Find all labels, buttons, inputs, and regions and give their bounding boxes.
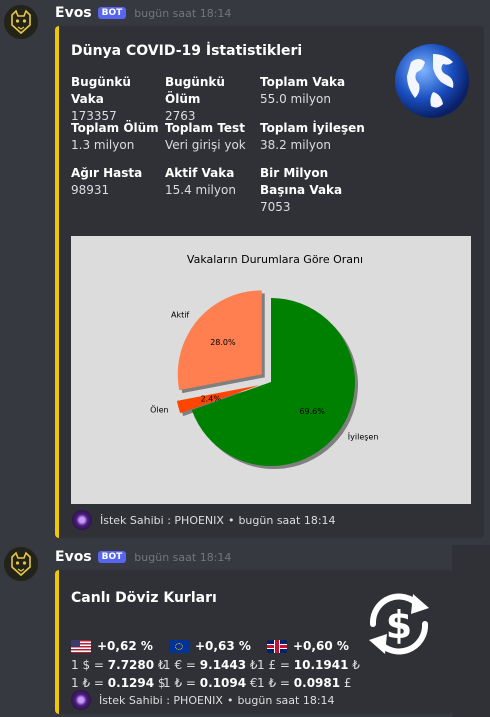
- eur-change: +0,63 %: [195, 639, 251, 653]
- eur-to-try: 1 € = 9.1443 ₺: [163, 658, 258, 672]
- field-name: Toplam Test: [165, 121, 245, 135]
- rate-value: 0.1094: [199, 676, 247, 690]
- field-active: Aktif Vaka 15.4 milyon: [165, 165, 257, 199]
- requester-avatar-icon: [72, 510, 92, 530]
- embed-footer: İstek Sahibi : PHOENIX • bugün saat 18:1…: [71, 690, 335, 710]
- message-timestamp: bugün saat 18:14: [134, 550, 232, 564]
- message-currency: Evos BOT bugün saat 18:14 Canlı Döviz Ku…: [0, 543, 490, 717]
- try-to-gbp: 1 ₺ = 0.0981 £: [257, 676, 352, 690]
- field-name: Ağır Hasta: [71, 166, 143, 180]
- svg-text:$: $: [386, 603, 412, 647]
- rate-value: 9.1443: [199, 658, 247, 672]
- rate-prefix: 1 ₺ =: [257, 676, 294, 690]
- field-name: Toplam Vaka: [260, 75, 346, 89]
- gbp-to-try: 1 £ = 10.1941 ₺: [257, 658, 360, 672]
- eu-flag-icon: [169, 639, 189, 653]
- field-todays-cases: Bugünkü Vaka 173357: [71, 74, 163, 125]
- footer-timestamp: bugün saat 18:14: [238, 513, 336, 527]
- embed-title: Canlı Döviz Kurları: [71, 590, 217, 606]
- field-todays-deaths: Bugünkü Ölüm 2763: [165, 74, 257, 125]
- message-timestamp: bugün saat 18:14: [134, 6, 232, 20]
- rate-unit: €: [246, 676, 258, 690]
- field-value: Veri girişi yok: [165, 138, 246, 152]
- field-name: Bugünkü Ölüm: [165, 75, 225, 106]
- rates-to-try-row: 1 $ = 7.7280 ₺ 1 € = 9.1443 ₺ 1 £ = 10.1…: [71, 656, 365, 674]
- bot-avatar[interactable]: [4, 547, 38, 581]
- author-name[interactable]: Evos: [55, 5, 92, 21]
- chart-title: Vakaların Durumlara Göre Oranı: [187, 253, 363, 266]
- rate-prefix: 1 ₺ =: [163, 676, 200, 690]
- rate-value: 0.0981: [293, 676, 341, 690]
- pie-label-deaths: Ölen: [150, 405, 169, 415]
- field-critical: Ağır Hasta 98931: [71, 165, 163, 199]
- footer-separator: •: [226, 693, 234, 707]
- bot-tag: BOT: [97, 551, 127, 563]
- pie-pct-active: 28.0%: [210, 338, 236, 347]
- currency-exchange-icon: $: [359, 584, 439, 664]
- footer-text: İstek Sahibi : PHOENIX: [99, 693, 223, 707]
- rate-unit: ₺: [246, 658, 258, 672]
- footer-text: İstek Sahibi : PHOENIX: [100, 513, 224, 527]
- globe-icon: [393, 42, 471, 120]
- message-header: Evos BOT bugün saat 18:14: [55, 5, 231, 21]
- covid-embed: Dünya COVID-19 İstatistikleri Bugünkü Va…: [55, 26, 484, 538]
- field-value: 7053: [260, 200, 291, 214]
- field-total-deaths: Toplam Ölüm 1.3 milyon: [71, 120, 163, 154]
- field-name: Toplam İyileşen: [260, 121, 365, 135]
- field-total-cases: Toplam Vaka 55.0 milyon: [260, 74, 380, 108]
- uk-flag-icon: [267, 639, 287, 653]
- try-to-eur: 1 ₺ = 0.1094 €: [163, 676, 258, 690]
- rate-value: 10.1941: [293, 658, 349, 672]
- footer-separator: •: [227, 513, 235, 527]
- embed-title: Dünya COVID-19 İstatistikleri: [71, 43, 303, 59]
- field-value: 98931: [71, 183, 110, 197]
- usd-change: +0,62 %: [97, 639, 153, 653]
- field-value: 38.2 milyon: [260, 138, 331, 152]
- bot-avatar[interactable]: [4, 5, 38, 39]
- message-covid: Evos BOT bugün saat 18:14 Dünya COVID-19…: [0, 0, 490, 540]
- field-value: 15.4 milyon: [165, 183, 236, 197]
- rate-unit: £: [340, 676, 352, 690]
- bot-tag: BOT: [97, 7, 127, 19]
- rate-unit: ₺: [348, 658, 360, 672]
- field-name: Bugünkü Vaka: [71, 75, 131, 106]
- field-value: 55.0 milyon: [260, 92, 331, 106]
- field-name: Aktif Vaka: [165, 166, 235, 180]
- us-flag-icon: [71, 639, 91, 653]
- field-value: 1.3 milyon: [71, 138, 135, 152]
- gbp-change: +0,60 %: [293, 639, 349, 653]
- requester-avatar-icon: [71, 690, 91, 710]
- rate-value: 0.1294: [107, 676, 155, 690]
- field-name: Toplam Ölüm: [71, 121, 159, 135]
- rate-prefix: 1 $ =: [71, 658, 108, 672]
- pie-chart: Vakaların Durumlara Göre Oranı 28.0% Akti…: [150, 253, 379, 469]
- rate-value: 7.7280: [107, 658, 155, 672]
- rate-prefix: 1 € =: [163, 658, 200, 672]
- embed-footer: İstek Sahibi : PHOENIX • bugün saat 18:1…: [72, 510, 336, 530]
- rates-change-row: +0,62 % +0,63 % +0,60 %: [71, 636, 365, 656]
- try-to-usd: 1 ₺ = 0.1294 $: [71, 676, 166, 690]
- field-name: Bir Milyon Başına Vaka: [260, 166, 343, 197]
- rates-block: +0,62 % +0,63 % +0,60 % 1 $ = 7.7280 ₺ 1…: [71, 636, 365, 692]
- field-total-tests: Toplam Test Veri girişi yok: [165, 120, 257, 154]
- pie-pct-recovered: 69.6%: [299, 407, 325, 416]
- rate-prefix: 1 £ =: [257, 658, 294, 672]
- rate-prefix: 1 ₺ =: [71, 676, 108, 690]
- footer-timestamp: bugün saat 18:14: [237, 693, 335, 707]
- pie-label-active: Aktif: [171, 310, 189, 319]
- pie-label-recovered: İyileşen: [348, 431, 379, 441]
- message-header: Evos BOT bugün saat 18:14: [55, 549, 231, 565]
- currency-embed: Canlı Döviz Kurları $ +0,62 % +0,63 % +0…: [55, 570, 452, 714]
- pie-chart-image[interactable]: Vakaların Durumlara Göre Oranı 28.0% Akti…: [71, 236, 471, 504]
- usd-to-try: 1 $ = 7.7280 ₺: [71, 658, 166, 672]
- field-total-recovered: Toplam İyileşen 38.2 milyon: [260, 120, 380, 154]
- author-name[interactable]: Evos: [55, 549, 92, 565]
- field-cases-per-million: Bir Milyon Başına Vaka 7053: [260, 165, 352, 216]
